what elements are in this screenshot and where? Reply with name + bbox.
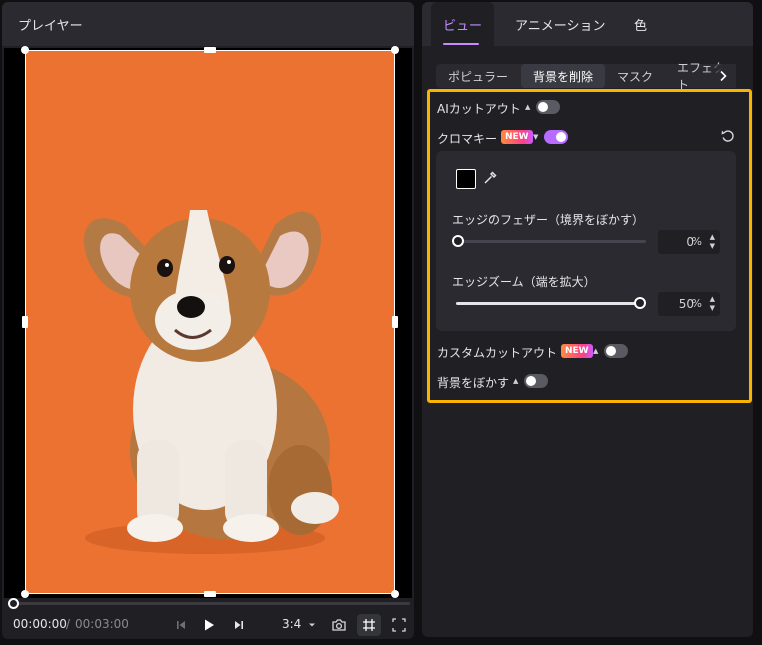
aspect-ratio-dropdown[interactable] [304,614,320,636]
panel-tab-bar: ビュー アニメーション 色 [422,2,753,46]
skip-back-button[interactable] [170,614,192,636]
subtab-popular-label: ポピュラー [448,69,509,84]
snapshot-button[interactable] [328,614,350,636]
reset-icon [721,130,734,142]
resize-handle-top-left[interactable] [21,46,29,54]
player-header: プレイヤー [2,2,414,46]
skip-back-icon [177,621,185,629]
play-icon [205,619,214,631]
chroma-key-collapse-icon[interactable]: ▼ [533,133,538,141]
edge-zoom-stepper[interactable]: ▲ ▼ [710,295,715,313]
aspect-ratio-value[interactable]: 3:4 [282,617,301,631]
toggle-knob [606,346,616,356]
play-button[interactable] [198,614,220,636]
chroma-key-settings: エッジのフェザー（境界をぼかす） 0 % ▲ ▼ エッジズーム（端を拡大） 50 … [436,151,736,331]
ai-cutout-toggle[interactable] [536,100,560,114]
chroma-key-label: クロマキー [437,132,498,146]
chevron-right-icon [720,70,727,82]
chroma-key-toggle[interactable] [544,130,568,144]
resize-handle-bottom[interactable] [204,591,216,597]
skip-forward-button[interactable] [228,614,250,636]
fullscreen-icon [392,618,406,632]
eyedropper-button[interactable] [482,170,500,188]
active-tab-indicator [443,43,479,45]
properties-panel: ビュー アニメーション 色 ポピュラー 背景を削除 マスク エフェクト AIカッ… [422,2,753,637]
eyedropper-icon [484,171,497,184]
subtab-remove-background-label: 背景を削除 [533,69,594,84]
toggle-knob [556,132,566,142]
subtab-bar: ポピュラー 背景を削除 マスク エフェクト [436,61,736,92]
preview-stage[interactable] [4,46,412,598]
edge-feather-label: エッジのフェザー（境界をぼかす） [452,213,645,227]
resize-handle-bottom-right[interactable] [391,590,399,598]
chevron-down-icon [309,623,315,627]
custom-cutout-expand-icon[interactable]: ▲ [593,347,598,355]
fullscreen-button[interactable] [388,614,410,636]
tab-color-label: 色 [634,18,648,34]
chroma-key-new-badge: NEW [501,130,533,144]
skip-forward-icon [235,621,243,629]
tab-view-label: ビュー [443,18,483,34]
edge-zoom-thumb[interactable] [634,297,646,309]
edge-feather-thumb[interactable] [452,235,464,247]
subtab-scroll-right[interactable] [710,64,736,88]
key-color-swatch[interactable] [456,169,476,189]
resize-handle-top[interactable] [204,47,216,53]
current-time: 00:00:00 [13,617,67,631]
tab-animation[interactable]: アニメーション [515,2,605,46]
ai-cutout-label: AIカットアウト [437,102,521,116]
edge-zoom-unit: % [691,297,702,310]
tab-animation-label: アニメーション [515,18,606,34]
custom-cutout-label: カスタムカットアウト [437,346,558,360]
resize-handle-top-right[interactable] [391,46,399,54]
playhead-handle[interactable] [8,598,19,609]
player-panel: プレイヤー 00:00:00 / 00:03:00 3:4 [2,2,414,639]
camera-icon [332,619,346,631]
subtab-remove-background[interactable]: 背景を削除 [521,64,606,88]
edge-feather-input[interactable]: 0 % ▲ ▼ [658,230,720,254]
custom-cutout-toggle[interactable] [604,344,628,358]
reset-button[interactable] [720,128,738,146]
resize-handle-bottom-left[interactable] [21,590,29,598]
blur-background-toggle[interactable] [524,374,548,388]
player-title: プレイヤー [18,19,83,34]
subtab-mask-label: マスク [617,69,654,84]
selection-frame[interactable] [25,50,395,594]
blur-background-expand-icon[interactable]: ▲ [513,377,518,385]
crop-button[interactable] [357,614,381,636]
total-time: 00:03:00 [75,617,129,631]
ai-cutout-expand-icon[interactable]: ▲ [525,103,530,111]
tab-view[interactable]: ビュー [431,2,495,46]
toggle-knob [526,376,536,386]
subtab-mask[interactable]: マスク [617,64,653,88]
edge-feather-track[interactable] [456,240,646,243]
edge-zoom-input[interactable]: 50 % ▲ ▼ [658,292,720,316]
edge-feather-unit: % [691,235,702,248]
toggle-knob [538,102,548,112]
subtab-popular[interactable]: ポピュラー [448,64,508,88]
blur-background-label: 背景をぼかす [437,376,510,390]
resize-handle-left[interactable] [22,316,28,328]
custom-cutout-new-badge: NEW [561,344,593,358]
edge-zoom-fill [456,302,640,305]
timeline-scrubber[interactable] [14,602,410,605]
crop-icon [363,619,375,631]
resize-handle-right[interactable] [392,316,398,328]
app-root: プレイヤー 00:00:00 / 00:03:00 3:4 ビュー アニメーショ… [0,0,762,645]
tab-color[interactable]: 色 [634,2,647,46]
edge-zoom-label: エッジズーム（端を拡大） [452,275,596,289]
edge-feather-stepper[interactable]: ▲ ▼ [710,233,715,251]
time-separator: / [66,617,71,631]
